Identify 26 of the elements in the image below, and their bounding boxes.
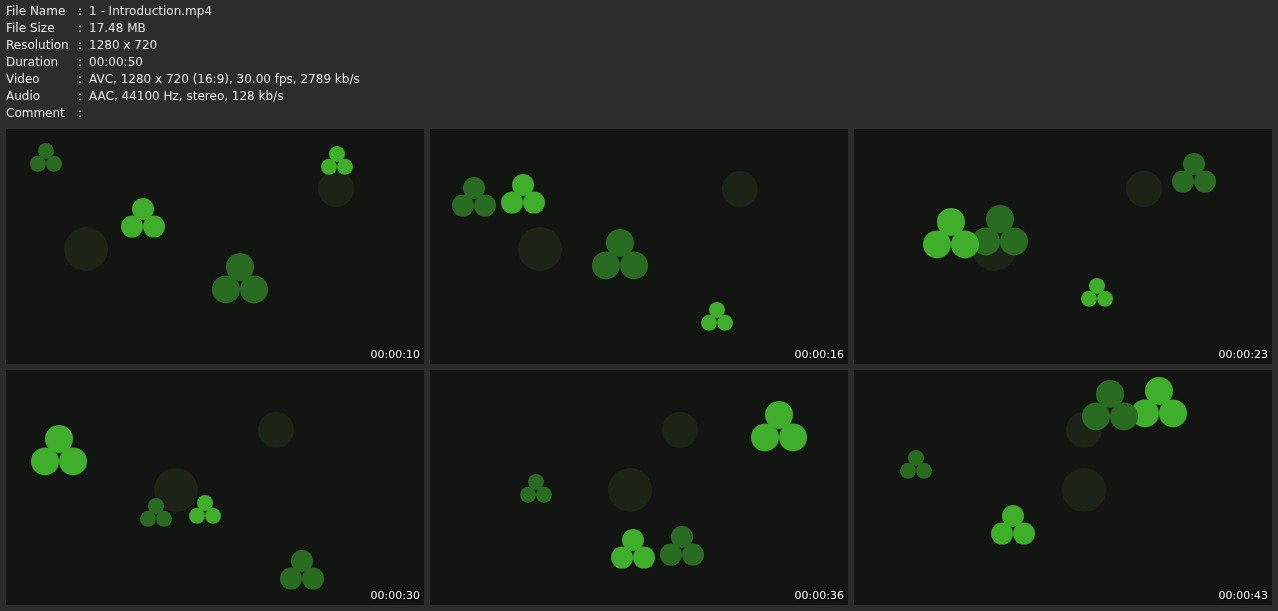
info-value: 17.48 MB bbox=[89, 20, 146, 37]
separator: : bbox=[78, 20, 84, 37]
timestamp: 00:00:23 bbox=[1218, 348, 1268, 361]
info-label: File Name bbox=[6, 3, 67, 20]
separator: : bbox=[78, 71, 84, 88]
separator: : bbox=[78, 54, 84, 71]
info-value: 1280 x 720 bbox=[89, 37, 158, 54]
info-value: 00:00:50 bbox=[89, 54, 143, 71]
timestamp: 00:00:10 bbox=[370, 348, 420, 361]
info-label: Audio bbox=[6, 88, 42, 105]
info-value: AAC, 44100 Hz, stereo, 128 kb/s bbox=[89, 88, 284, 105]
separator: : bbox=[78, 3, 84, 20]
timestamp: 00:00:16 bbox=[794, 348, 844, 361]
info-label: Comment bbox=[6, 105, 66, 122]
timestamp: 00:00:30 bbox=[370, 589, 420, 602]
info-label: Video bbox=[6, 71, 41, 88]
separator: : bbox=[78, 88, 84, 105]
timestamp: 00:00:43 bbox=[1218, 589, 1268, 602]
separator: : bbox=[78, 105, 84, 122]
separator: : bbox=[78, 37, 84, 54]
info-label: File Size bbox=[6, 20, 56, 37]
info-value: 1 - Introduction.mp4 bbox=[89, 3, 213, 20]
info-value: AVC, 1280 x 720 (16:9), 30.00 fps, 2789 kb/s bbox=[89, 71, 360, 88]
timestamp: 00:00:36 bbox=[794, 589, 844, 602]
info-label: Duration bbox=[6, 54, 60, 71]
info-label: Resolution bbox=[6, 37, 70, 54]
